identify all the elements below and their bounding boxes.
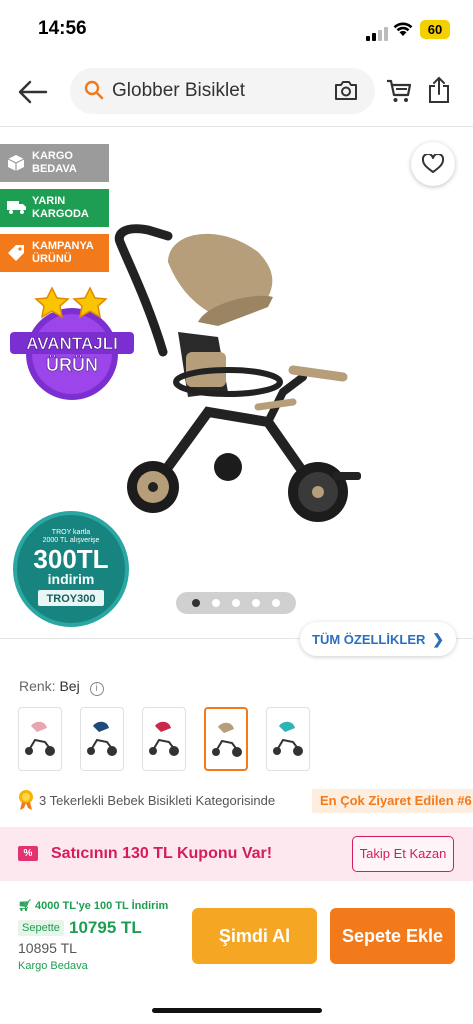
color-option-beige[interactable]: [204, 707, 248, 771]
medal-icon: [19, 790, 33, 810]
coupon-icon: %: [18, 846, 38, 861]
home-indicator[interactable]: [152, 1008, 322, 1013]
favorite-button[interactable]: [411, 142, 455, 186]
share-icon[interactable]: [428, 76, 450, 104]
color-thumbnail: [149, 721, 179, 756]
all-features-button[interactable]: TÜM ÖZELLİKLER ❯: [300, 622, 456, 656]
camera-icon[interactable]: [334, 79, 358, 101]
category-rank: 3 Tekerlekli Bebek Bisikleti Kategorisin…: [18, 789, 473, 813]
product-price: 10895 TL: [18, 940, 77, 956]
info-icon[interactable]: i: [89, 682, 104, 696]
svg-text:2000 TL alışverişe: 2000 TL alışverişe: [43, 537, 100, 544]
gallery-dot[interactable]: [212, 599, 220, 607]
svg-text:TROY kartla: TROY kartla: [52, 529, 90, 536]
svg-text:AVANTAJLI: AVANTAJLI: [26, 334, 118, 353]
gallery-dot[interactable]: [272, 599, 280, 607]
wifi-icon: [393, 22, 413, 36]
cart-discount-promo: 🛒︎ 4000 TL'ye 100 TL İndirim: [18, 900, 169, 912]
gallery-dot[interactable]: [192, 599, 200, 607]
search-icon: [84, 80, 104, 100]
svg-text:ÜRÜN: ÜRÜN: [46, 355, 98, 375]
shipping-info: Kargo Bedava: [18, 960, 88, 972]
color-option-red[interactable]: [142, 707, 186, 771]
add-to-cart-button[interactable]: Sepete Ekle: [330, 908, 455, 964]
seller-coupon-banner: % Satıcının 130 TL Kuponu Var! Takip Et …: [0, 827, 473, 881]
product-image[interactable]: [108, 222, 370, 522]
troy-discount-sticker: TROY kartla 2000 TL alışverişe 300TL ind…: [13, 511, 129, 627]
color-thumbnail: [25, 721, 55, 756]
heart-icon: [422, 154, 444, 173]
svg-text:TROY300: TROY300: [47, 593, 96, 605]
color-thumbnail: [87, 721, 117, 756]
search-bar[interactable]: Globber Bisiklet: [70, 68, 375, 114]
gallery-dot[interactable]: [252, 599, 260, 607]
color-option-teal[interactable]: [266, 707, 310, 771]
color-option-navy[interactable]: [80, 707, 124, 771]
gallery-dot[interactable]: [232, 599, 240, 607]
tag-icon: [8, 245, 24, 261]
coupon-text: Satıcının 130 TL Kuponu Var!: [51, 845, 273, 862]
cellular-signal-icon: [366, 23, 390, 41]
battery-indicator: 60: [420, 20, 450, 39]
tomorrow-shipping-badge: YARIN KARGODA: [0, 189, 109, 227]
selected-color-name: Bej: [59, 678, 80, 694]
header-divider: [0, 126, 473, 127]
campaign-product-badge: KAMPANYA ÜRÜNÜ: [0, 234, 109, 272]
in-cart-price: 10795 TL: [69, 918, 142, 937]
svg-text:300TL: 300TL: [33, 544, 108, 574]
color-label: Renk: Bej i: [19, 678, 104, 696]
search-input[interactable]: Globber Bisiklet: [112, 80, 245, 102]
status-time: 14:56: [38, 18, 87, 39]
chevron-right-icon: ❯: [432, 631, 444, 647]
back-arrow-icon[interactable]: [18, 78, 48, 106]
svg-text:indirim: indirim: [48, 571, 95, 587]
gallery-pagination[interactable]: [176, 592, 296, 614]
cart-icon-small: 🛒︎: [18, 900, 32, 912]
box-icon: [7, 155, 25, 171]
in-cart-label: Sepette: [18, 920, 64, 936]
color-thumbnail: [212, 722, 242, 757]
color-thumbnail: [273, 721, 303, 756]
free-shipping-badge: KARGO BEDAVA: [0, 144, 109, 182]
follow-and-earn-button[interactable]: Takip Et Kazan: [352, 836, 454, 872]
buy-now-button[interactable]: Şimdi Al: [192, 908, 317, 964]
status-bar: 14:56 60: [0, 0, 473, 60]
rank-badge[interactable]: En Çok Ziyaret Edilen #6: [312, 789, 473, 813]
cart-icon[interactable]: [386, 78, 412, 104]
color-option-pink[interactable]: [18, 707, 62, 771]
search-header: Globber Bisiklet: [0, 68, 473, 116]
truck-icon: [7, 201, 26, 214]
